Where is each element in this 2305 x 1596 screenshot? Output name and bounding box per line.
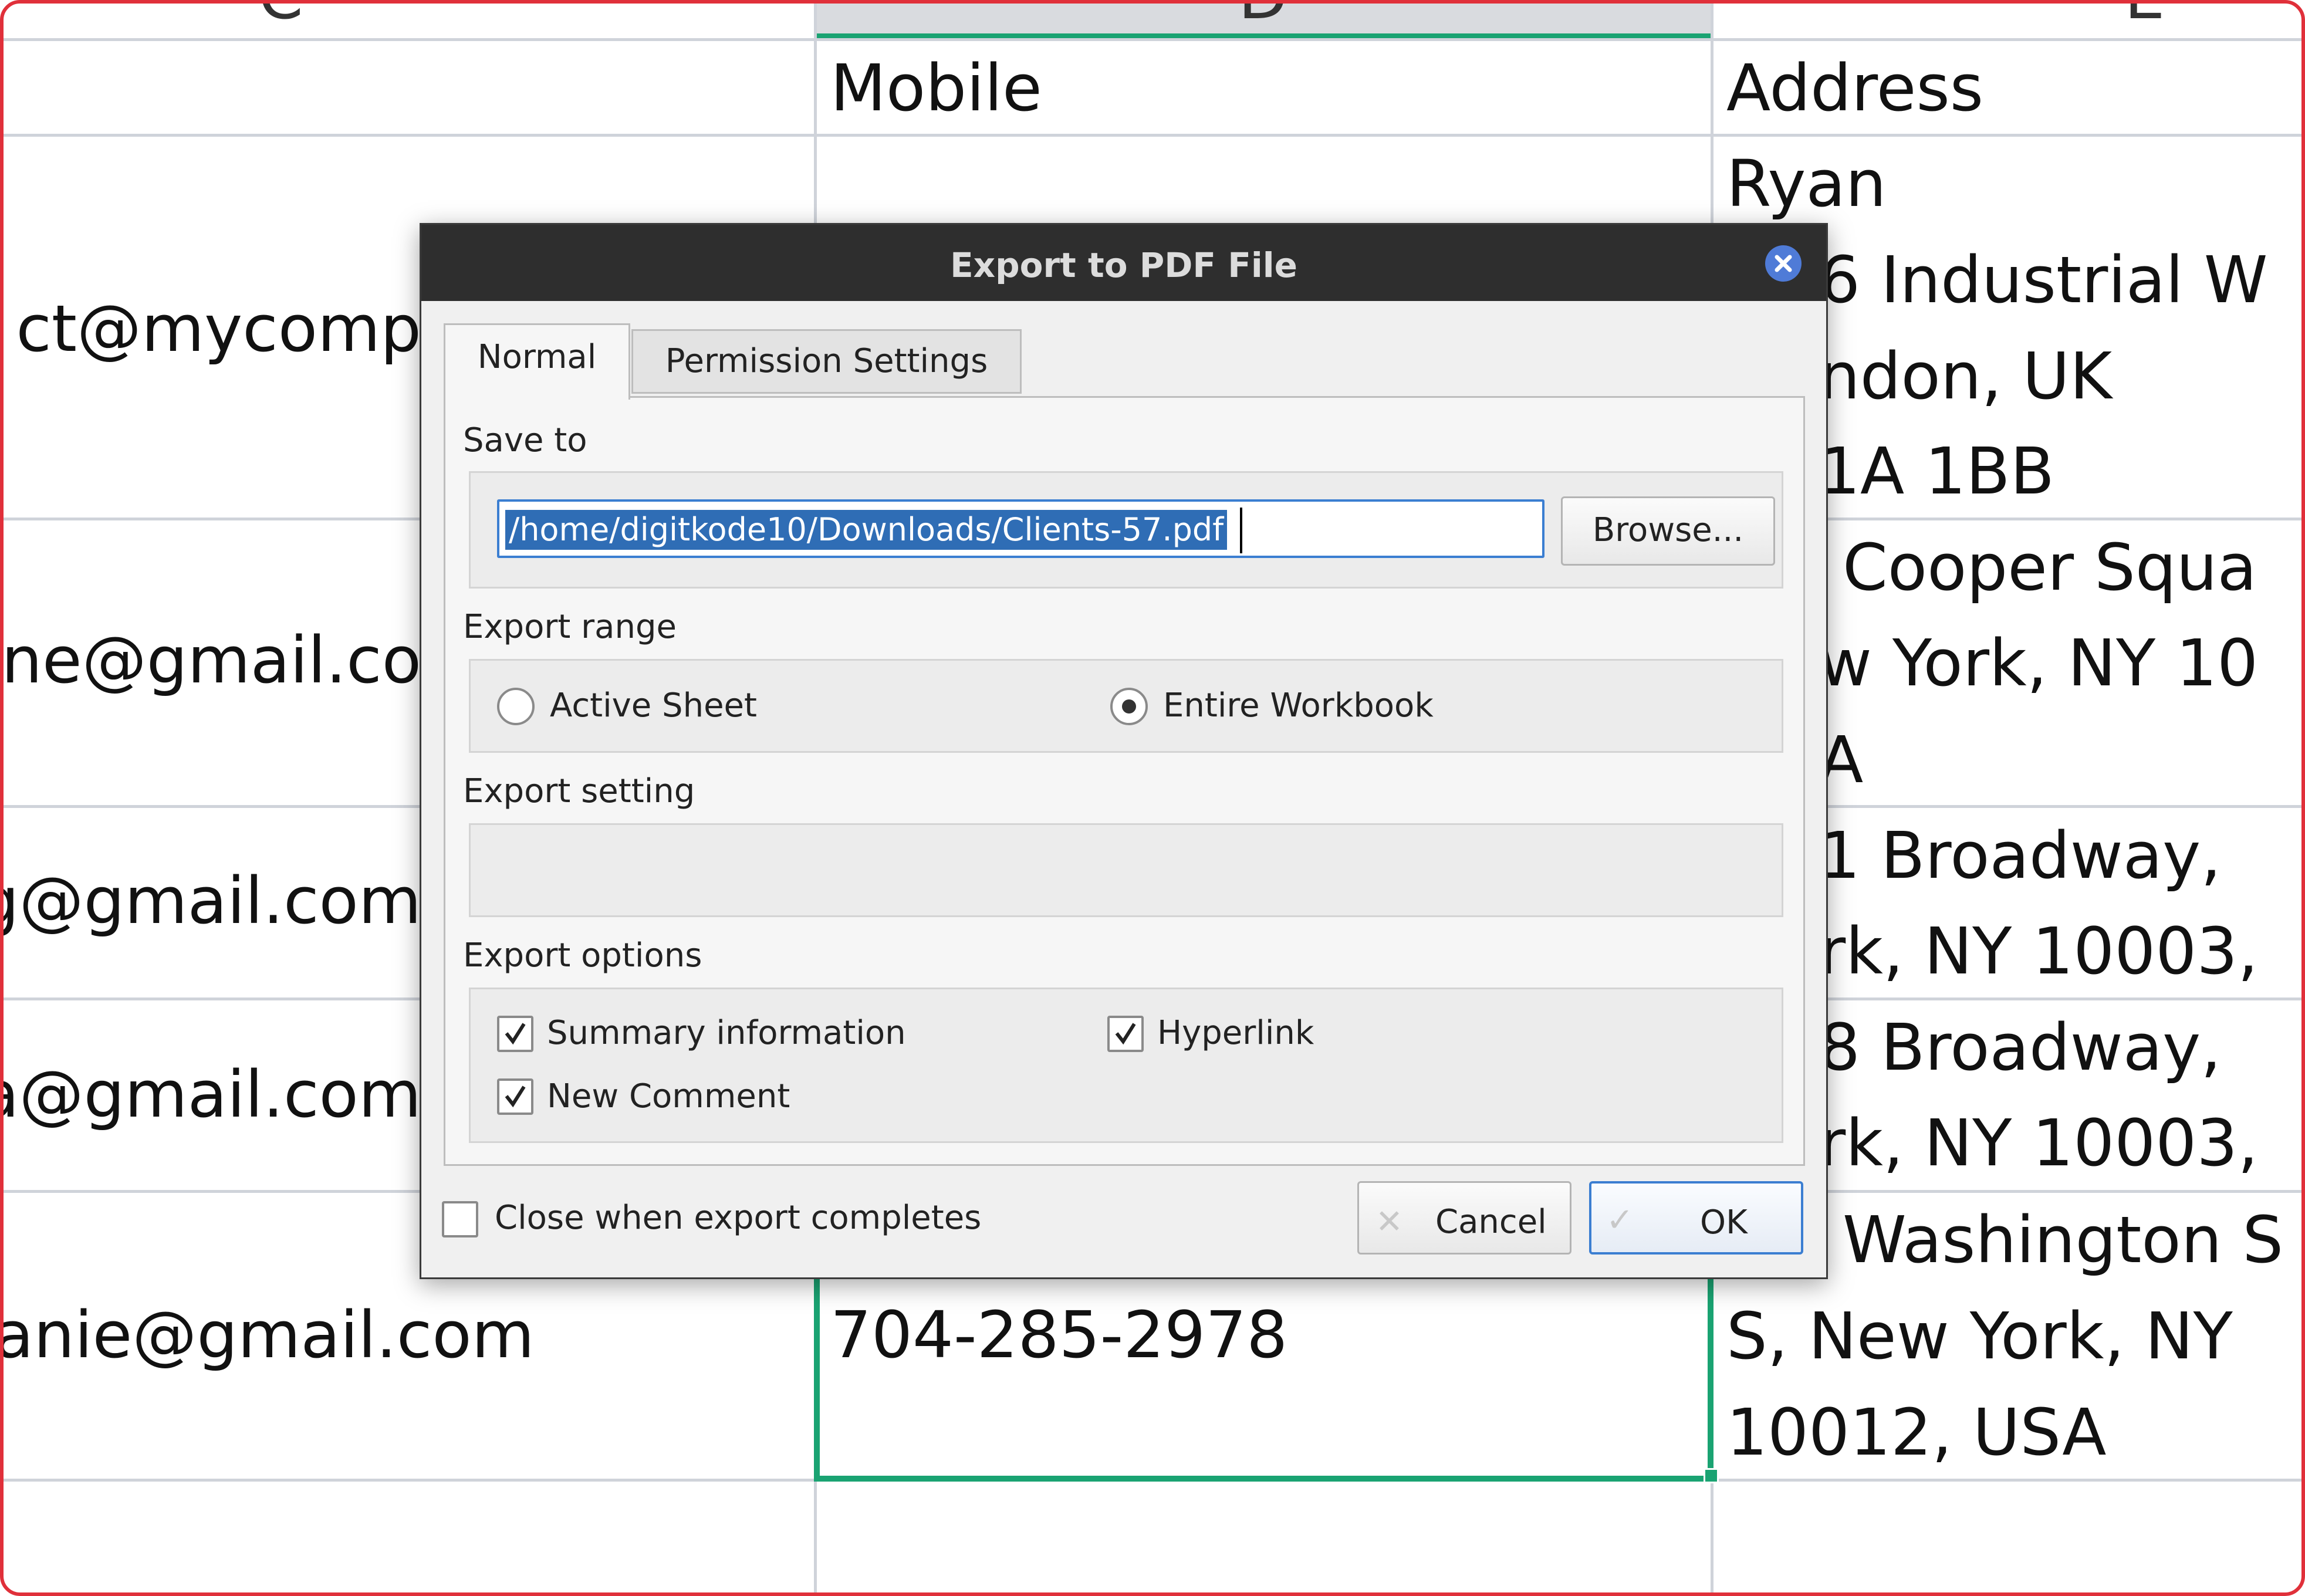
new-comment-label[interactable]: New Comment <box>547 1077 790 1115</box>
cell-email[interactable]: anie@gmail.com <box>0 1303 535 1367</box>
check-icon <box>1115 1023 1136 1045</box>
fill-handle[interactable] <box>1704 1468 1719 1483</box>
export-pdf-dialog: Export to PDF File Normal Permission Set… <box>420 223 1828 1279</box>
hyperlink-label[interactable]: Hyperlink <box>1157 1014 1314 1052</box>
cell-address[interactable]: 1A 1BB <box>1819 439 2054 503</box>
ok-check-icon: ✓ <box>1606 1201 1634 1239</box>
dialog-titlebar[interactable]: Export to PDF File <box>421 225 1826 301</box>
export-range-group: Active Sheet Entire Workbook <box>469 659 1783 753</box>
close-icon[interactable] <box>1765 245 1802 282</box>
check-icon <box>505 1023 526 1045</box>
tab-permission-settings[interactable]: Permission Settings <box>631 329 1022 394</box>
browse-button[interactable]: Browse... <box>1561 496 1775 566</box>
cell-email[interactable]: a@gmail.com <box>0 1062 421 1127</box>
checkbox-summary-information[interactable] <box>497 1016 533 1052</box>
cell-email[interactable]: ct@mycomp <box>16 296 421 361</box>
export-setting-label: Export setting <box>463 772 695 810</box>
export-options-group: Summary information Hyperlink New Commen… <box>469 988 1783 1143</box>
cell-address[interactable]: 1 Broadway, <box>1819 823 2221 888</box>
check-icon <box>505 1086 526 1108</box>
column-header-e[interactable]: E <box>2124 0 2165 28</box>
cancel-button-label: Cancel <box>1435 1203 1547 1241</box>
close-when-complete-label[interactable]: Close when export completes <box>495 1199 981 1237</box>
tab-normal[interactable]: Normal <box>444 323 630 400</box>
column-header-d[interactable]: D <box>1238 0 1288 28</box>
cell-selection-border <box>814 1273 1713 1482</box>
radio-active-sheet[interactable] <box>497 688 535 725</box>
cancel-x-icon: ✕ <box>1375 1203 1403 1241</box>
cell-address[interactable]: ndon, UK <box>1819 344 2112 408</box>
save-to-label: Save to <box>463 421 587 459</box>
cell-address[interactable]: rk, NY 10003, <box>1819 919 2258 983</box>
radio-entire-workbook[interactable] <box>1110 688 1148 725</box>
checkbox-hyperlink[interactable] <box>1107 1016 1144 1052</box>
active-sheet-label[interactable]: Active Sheet <box>550 687 757 725</box>
tab-panel-normal: Save to /home/digitkode10/Downloads/Clie… <box>444 396 1805 1166</box>
ok-button[interactable]: ✓ OK <box>1589 1181 1803 1255</box>
cell-address-header[interactable]: Address <box>1726 56 1983 120</box>
checkbox-new-comment[interactable] <box>497 1078 533 1115</box>
cell-address[interactable]: 10012, USA <box>1726 1400 2107 1465</box>
cell-address[interactable]: rk, NY 10003, <box>1819 1111 2258 1175</box>
cell-email[interactable]: ne@gmail.co <box>1 628 421 692</box>
entire-workbook-label[interactable]: Entire Workbook <box>1163 687 1434 725</box>
cell-address[interactable]: Washington S <box>1843 1208 2283 1272</box>
column-header-c[interactable]: C <box>258 0 303 28</box>
cell-address[interactable]: 6 Industrial W <box>1819 248 2268 312</box>
cell-address[interactable]: w York, NY 10 <box>1819 631 2258 695</box>
radio-selected-dot <box>1122 699 1136 714</box>
cancel-button[interactable]: ✕ Cancel <box>1357 1181 1571 1255</box>
cell-address[interactable]: Ryan <box>1726 151 1887 216</box>
cell-email[interactable]: g@gmail.com <box>0 868 421 933</box>
cell-mobile-header[interactable]: Mobile <box>830 56 1042 120</box>
export-options-label: Export options <box>463 936 702 975</box>
save-to-group: /home/digitkode10/Downloads/Clients-57.p… <box>469 471 1783 589</box>
save-path-value: /home/digitkode10/Downloads/Clients-57.p… <box>505 510 1228 550</box>
ok-button-label: OK <box>1700 1203 1748 1242</box>
export-range-label: Export range <box>463 608 677 646</box>
cell-address[interactable]: 8 Broadway, <box>1819 1015 2221 1080</box>
dialog-title: Export to PDF File <box>950 245 1297 285</box>
export-setting-group <box>469 823 1783 917</box>
text-caret <box>1240 508 1242 553</box>
grid-line <box>0 134 2305 137</box>
save-path-input[interactable]: /home/digitkode10/Downloads/Clients-57.p… <box>497 499 1544 558</box>
grid-line <box>0 38 2305 41</box>
summary-information-label[interactable]: Summary information <box>547 1014 906 1052</box>
checkbox-close-when-complete[interactable] <box>442 1201 478 1237</box>
cell-address[interactable]: S, New York, NY <box>1726 1304 2233 1368</box>
cell-address[interactable]: Cooper Squa <box>1843 535 2257 600</box>
